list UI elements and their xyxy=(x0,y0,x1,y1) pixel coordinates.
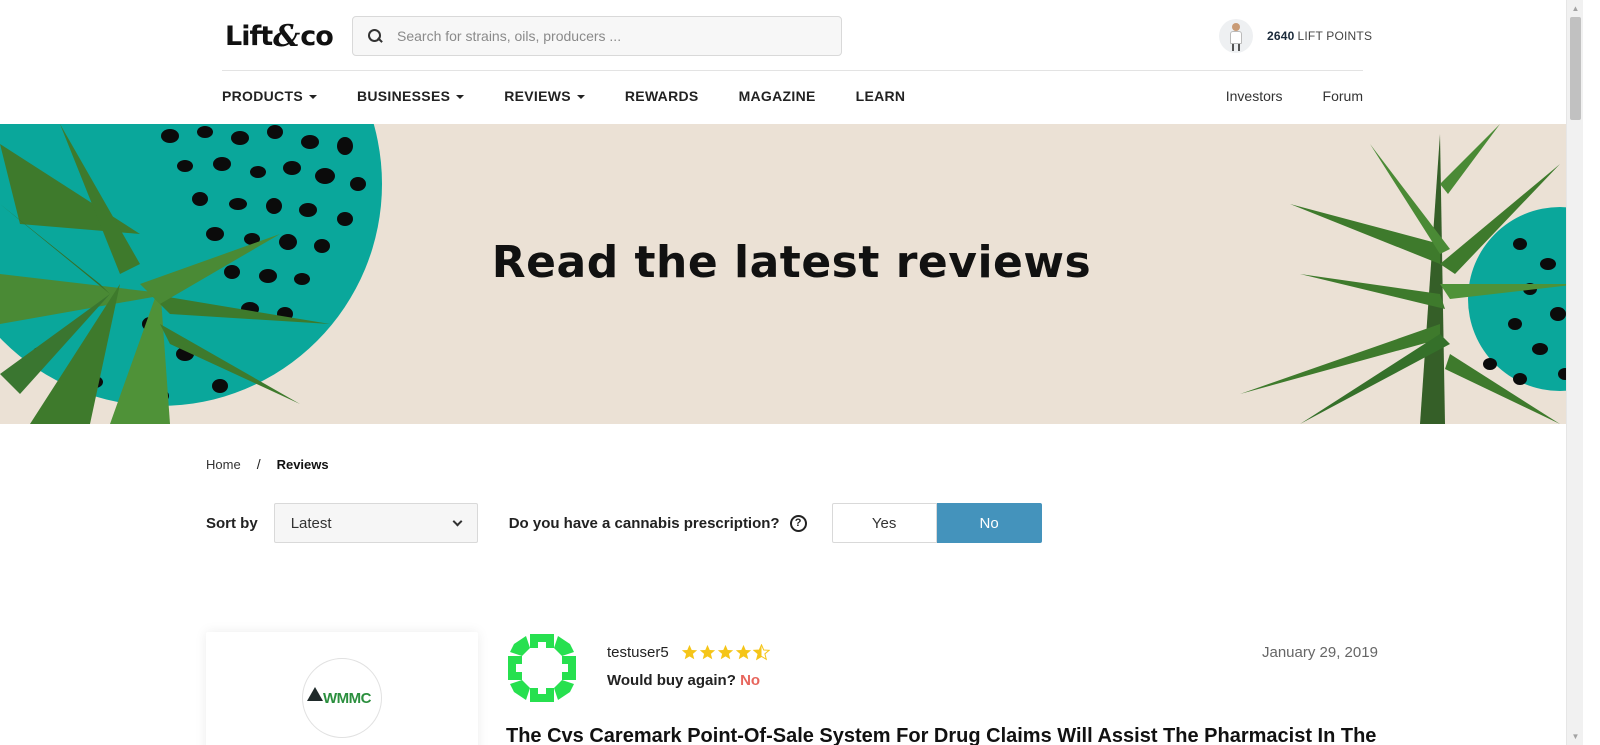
star-full-icon xyxy=(681,644,698,660)
caret-down-icon xyxy=(308,95,317,99)
logo-text-co: co xyxy=(300,20,334,52)
prescription-no-button[interactable]: No xyxy=(936,503,1042,543)
star-half-icon xyxy=(753,644,770,661)
nav-rewards-label: REWARDS xyxy=(624,88,699,104)
breadcrumb: Home / Reviews xyxy=(206,456,329,472)
nav-investors[interactable]: Investors xyxy=(1226,88,1283,104)
breadcrumb-separator: / xyxy=(256,456,261,472)
secondary-nav: Investors Forum xyxy=(1186,84,1363,108)
nav-reviews-label: REVIEWS xyxy=(504,88,571,104)
scrollbar-thumb[interactable] xyxy=(1570,17,1581,120)
page-scrollbar[interactable]: ▲ ▼ xyxy=(1566,0,1583,745)
would-buy-again: Would buy again? No xyxy=(607,672,760,689)
nav-rewards[interactable]: REWARDS xyxy=(625,88,699,104)
sort-select-value: Latest xyxy=(290,514,332,532)
lift-co-logo[interactable]: Lift & co xyxy=(225,18,334,54)
breadcrumb-home[interactable]: Home xyxy=(206,457,241,472)
site-header: Lift&co 2640LIFT POINTS PRODUCTS BUSINES… xyxy=(0,0,1583,124)
logo-ampersand: & xyxy=(273,18,300,54)
product-logo[interactable]: WMMC xyxy=(302,658,382,738)
nav-businesses-label: BUSINESSES xyxy=(356,88,451,104)
hero-banner: Read the latest reviews xyxy=(0,124,1583,424)
search-input[interactable] xyxy=(395,17,841,55)
chevron-down-icon xyxy=(452,516,463,526)
nav-learn-label: LEARN xyxy=(855,88,906,104)
nav-products[interactable]: PRODUCTS xyxy=(222,88,317,104)
would-buy-value: No xyxy=(740,672,761,689)
would-buy-label: Would buy again? xyxy=(607,672,736,689)
sort-label: Sort by xyxy=(206,514,258,532)
nav-magazine-label: MAGAZINE xyxy=(738,88,816,104)
review-date: January 29, 2019 xyxy=(1262,644,1378,661)
user-avatar[interactable] xyxy=(1219,19,1253,53)
main-nav: PRODUCTS BUSINESSES REVIEWS REWARDS MAGA… xyxy=(222,84,945,108)
search-bar[interactable] xyxy=(352,16,842,56)
scroll-down-arrow-icon[interactable]: ▼ xyxy=(1567,728,1583,745)
nav-reviews[interactable]: REVIEWS xyxy=(504,88,585,104)
help-icon[interactable]: ? xyxy=(789,514,807,532)
points-label: LIFT POINTS xyxy=(1297,29,1373,43)
hero-title: Read the latest reviews xyxy=(491,237,1092,288)
scroll-up-arrow-icon[interactable]: ▲ xyxy=(1567,0,1583,17)
product-logo-text: WMMC xyxy=(307,686,371,707)
caret-down-icon xyxy=(576,95,585,99)
prescription-yes-button[interactable]: Yes xyxy=(831,503,937,543)
caret-down-icon xyxy=(456,95,465,99)
star-full-icon xyxy=(735,644,752,660)
breadcrumb-current: Reviews xyxy=(276,456,329,472)
header-divider xyxy=(222,70,1363,71)
product-card[interactable]: WMMC xyxy=(206,632,478,745)
reviewer-name[interactable]: testuser5 xyxy=(607,644,669,661)
nav-learn[interactable]: LEARN xyxy=(856,88,906,104)
nav-products-label: PRODUCTS xyxy=(222,88,303,104)
reviewer-avatar[interactable] xyxy=(506,632,578,704)
nav-magazine[interactable]: MAGAZINE xyxy=(739,88,816,104)
rating-stars xyxy=(681,644,771,661)
sort-select[interactable]: Latest xyxy=(273,503,478,543)
prescription-toggle: Yes No xyxy=(831,503,1042,543)
nav-businesses[interactable]: BUSINESSES xyxy=(356,88,465,104)
star-full-icon xyxy=(699,644,716,660)
review-filters: Sort by Latest Do you have a cannabis pr… xyxy=(206,503,1042,543)
review-title[interactable]: The Cvs Caremark Point-Of-Sale System Fo… xyxy=(506,725,1386,745)
logo-text-lift: Lift xyxy=(225,20,273,52)
search-icon xyxy=(367,28,383,44)
nav-forum[interactable]: Forum xyxy=(1323,88,1363,104)
page: Lift&co 2640LIFT POINTS PRODUCTS BUSINES… xyxy=(0,0,1583,745)
lift-points: 2640 LIFT POINTS xyxy=(1267,29,1372,43)
star-full-icon xyxy=(717,644,734,660)
user-points-area[interactable]: 2640 LIFT POINTS xyxy=(1219,18,1372,54)
prescription-question: Do you have a cannabis prescription? xyxy=(508,514,780,532)
points-value: 2640 xyxy=(1267,29,1295,43)
